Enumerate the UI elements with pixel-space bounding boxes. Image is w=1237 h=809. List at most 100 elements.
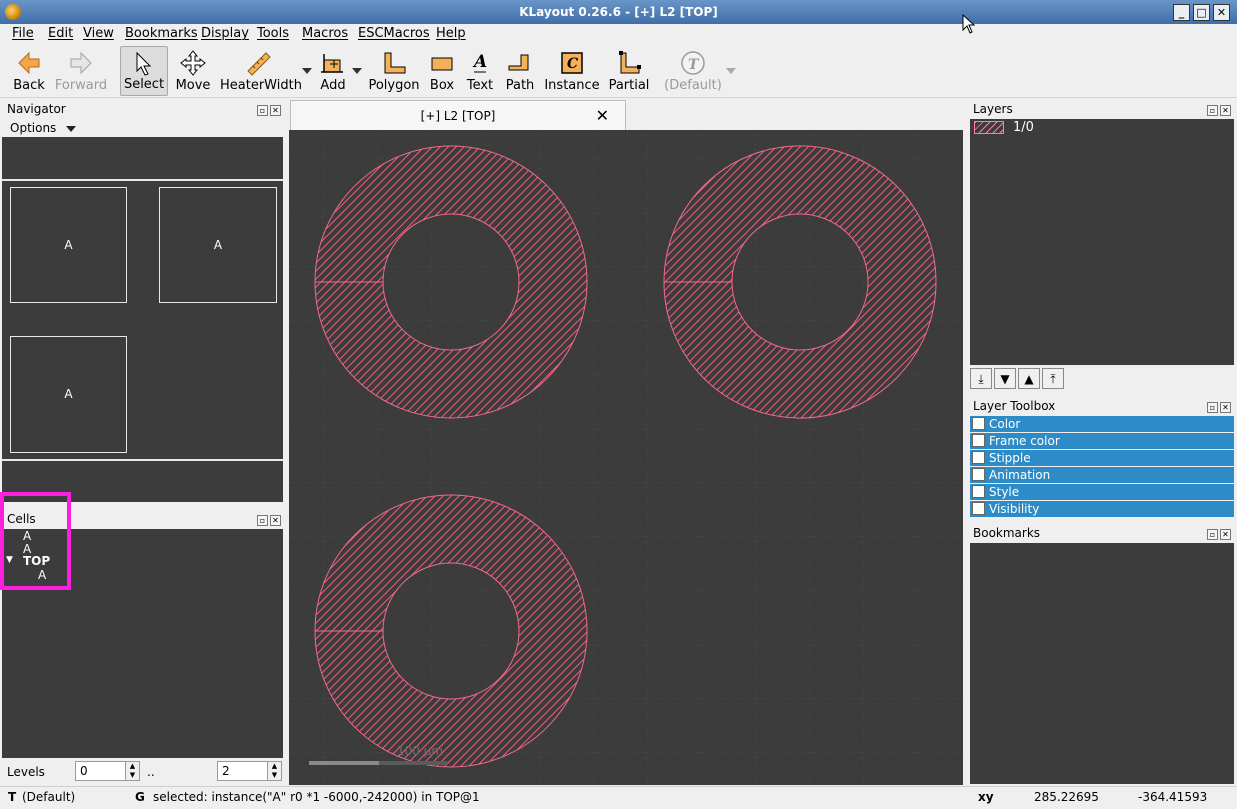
checkbox[interactable]: [972, 502, 985, 515]
default-label: (Default): [664, 78, 722, 93]
move-to-bottom-icon[interactable]: ⤓: [970, 368, 992, 389]
menu-file[interactable]: File: [12, 26, 34, 41]
svg-text:C: C: [567, 56, 578, 72]
layer-name[interactable]: 1/0: [1013, 120, 1034, 135]
menu-escmacros[interactable]: ESCMacros: [358, 26, 430, 41]
menu-display[interactable]: Display: [201, 26, 249, 41]
menu-macros[interactable]: Macros: [302, 26, 348, 41]
layer-order-buttons: ⤓ ▼ ▲ ⤒: [970, 368, 1066, 390]
status-message: selected: instance("A" r0 *1 -6000,-2420…: [153, 790, 480, 804]
menu-edit[interactable]: Edit: [48, 26, 73, 41]
checkbox[interactable]: [972, 451, 985, 464]
text-style-circle-icon: T: [681, 51, 705, 75]
close-icon[interactable]: ✕: [1220, 529, 1231, 540]
float-icon[interactable]: ▫: [1207, 529, 1218, 540]
float-icon[interactable]: ▫: [257, 105, 268, 116]
maximize-button[interactable]: □: [1193, 4, 1210, 21]
levels-separator: ..: [147, 765, 155, 779]
close-icon[interactable]: ✕: [1220, 105, 1231, 116]
float-icon[interactable]: ▫: [257, 515, 268, 526]
move-down-icon[interactable]: ▼: [994, 368, 1016, 389]
toolbox-style[interactable]: Style: [970, 484, 1234, 500]
move-cross-icon: [180, 50, 206, 76]
navigator-frame-bottom: [2, 459, 283, 461]
instance-icon: C: [561, 52, 583, 74]
levels-to-spinbox[interactable]: 2 ▲ ▼: [217, 761, 282, 781]
layer-color-swatch[interactable]: [974, 121, 1004, 134]
path-button[interactable]: Path: [502, 46, 538, 96]
status-mode: T: [8, 790, 17, 804]
scale-bar-label: 100 µm: [397, 744, 443, 758]
move-button[interactable]: Move: [172, 46, 214, 96]
cells-dock-buttons: ▫ ✕: [255, 512, 281, 526]
status-y-coordinate: -364.41593: [1138, 790, 1208, 804]
menu-help[interactable]: Help: [436, 26, 466, 41]
path-icon: [508, 54, 529, 71]
layout-canvas[interactable]: 100 µm: [289, 130, 963, 785]
menu-view[interactable]: View: [83, 26, 114, 41]
checkbox[interactable]: [972, 468, 985, 481]
layout-tab-label: [+] L2 [TOP]: [420, 109, 496, 123]
instance-button[interactable]: C Instance: [544, 46, 600, 96]
close-icon[interactable]: ✕: [270, 105, 281, 116]
navigator-options[interactable]: Options: [10, 121, 77, 135]
partial-label: Partial: [608, 78, 650, 93]
layout-drawing: 100 µm: [289, 130, 963, 785]
navigator-title: Navigator: [7, 102, 66, 116]
add-dropdown-icon[interactable]: [352, 68, 362, 74]
menu-bookmarks[interactable]: Bookmarks: [125, 26, 198, 41]
move-up-icon[interactable]: ▲: [1018, 368, 1040, 389]
forward-arrow-icon: [70, 51, 92, 75]
checkbox[interactable]: [972, 417, 985, 430]
toolbox-visibility[interactable]: Visibility: [970, 501, 1234, 517]
toolbox-item-label: Stipple: [989, 451, 1031, 465]
navigator-view[interactable]: A A A: [2, 137, 283, 502]
minimize-button[interactable]: _: [1173, 4, 1190, 21]
back-arrow-icon: [18, 51, 40, 75]
close-window-button[interactable]: ✕: [1213, 4, 1230, 21]
toolbox-item-label: Style: [989, 485, 1020, 499]
spin-arrows-icon[interactable]: ▲ ▼: [125, 762, 139, 780]
toolbox-item-label: Visibility: [989, 502, 1040, 516]
heater-width-dropdown-icon[interactable]: [302, 68, 312, 74]
menu-tools[interactable]: Tools: [257, 26, 289, 41]
toolbox-color[interactable]: Color: [970, 416, 1234, 432]
toolbox-animation[interactable]: Animation: [970, 467, 1234, 483]
layout-tab[interactable]: [+] L2 [TOP] ✕: [290, 100, 626, 130]
move-to-top-icon[interactable]: ⤒: [1042, 368, 1064, 389]
close-tab-icon[interactable]: ✕: [596, 106, 609, 125]
checkbox[interactable]: [972, 485, 985, 498]
polygon-button[interactable]: Polygon: [368, 46, 420, 96]
back-button[interactable]: Back: [6, 46, 52, 96]
status-mode-value: (Default): [22, 790, 76, 804]
close-icon[interactable]: ✕: [1220, 402, 1231, 413]
instance-label: Instance: [544, 78, 600, 93]
toolbox-item-label: Frame color: [989, 434, 1060, 448]
heater-width-button[interactable]: HeaterWidth: [220, 46, 302, 96]
svg-text:T: T: [688, 57, 700, 73]
default-text-style-button[interactable]: T (Default): [664, 46, 722, 96]
select-button[interactable]: Select: [120, 46, 168, 96]
levels-from-spinbox[interactable]: 0 ▲ ▼: [75, 761, 140, 781]
text-tool-icon: A: [472, 52, 487, 73]
float-icon[interactable]: ▫: [1207, 105, 1218, 116]
toolbox-frame-color[interactable]: Frame color: [970, 433, 1234, 449]
checkbox[interactable]: [972, 434, 985, 447]
float-icon[interactable]: ▫: [1207, 402, 1218, 413]
polygon-icon: [384, 52, 406, 74]
close-icon[interactable]: ✕: [270, 515, 281, 526]
text-button[interactable]: A Text: [464, 46, 496, 96]
toolbar: Back Forward Select Move HeaterWidth Add…: [0, 44, 1237, 98]
levels-to-value: 2: [222, 764, 230, 778]
options-chevron-down-icon: [66, 125, 77, 132]
spin-arrows-icon[interactable]: ▲ ▼: [267, 762, 281, 780]
default-dropdown-icon[interactable]: [726, 68, 736, 74]
forward-button[interactable]: Forward: [54, 46, 108, 96]
toolbox-stipple[interactable]: Stipple: [970, 450, 1234, 466]
box-button[interactable]: Box: [426, 46, 458, 96]
menu-bar: File Edit View Bookmarks Display Tools M…: [0, 24, 1237, 44]
partial-button[interactable]: Partial: [606, 46, 652, 96]
add-layer-icon: [321, 54, 343, 73]
layer-toolbox-dock-buttons: ▫ ✕: [1205, 399, 1231, 413]
add-button[interactable]: Add: [314, 46, 352, 96]
